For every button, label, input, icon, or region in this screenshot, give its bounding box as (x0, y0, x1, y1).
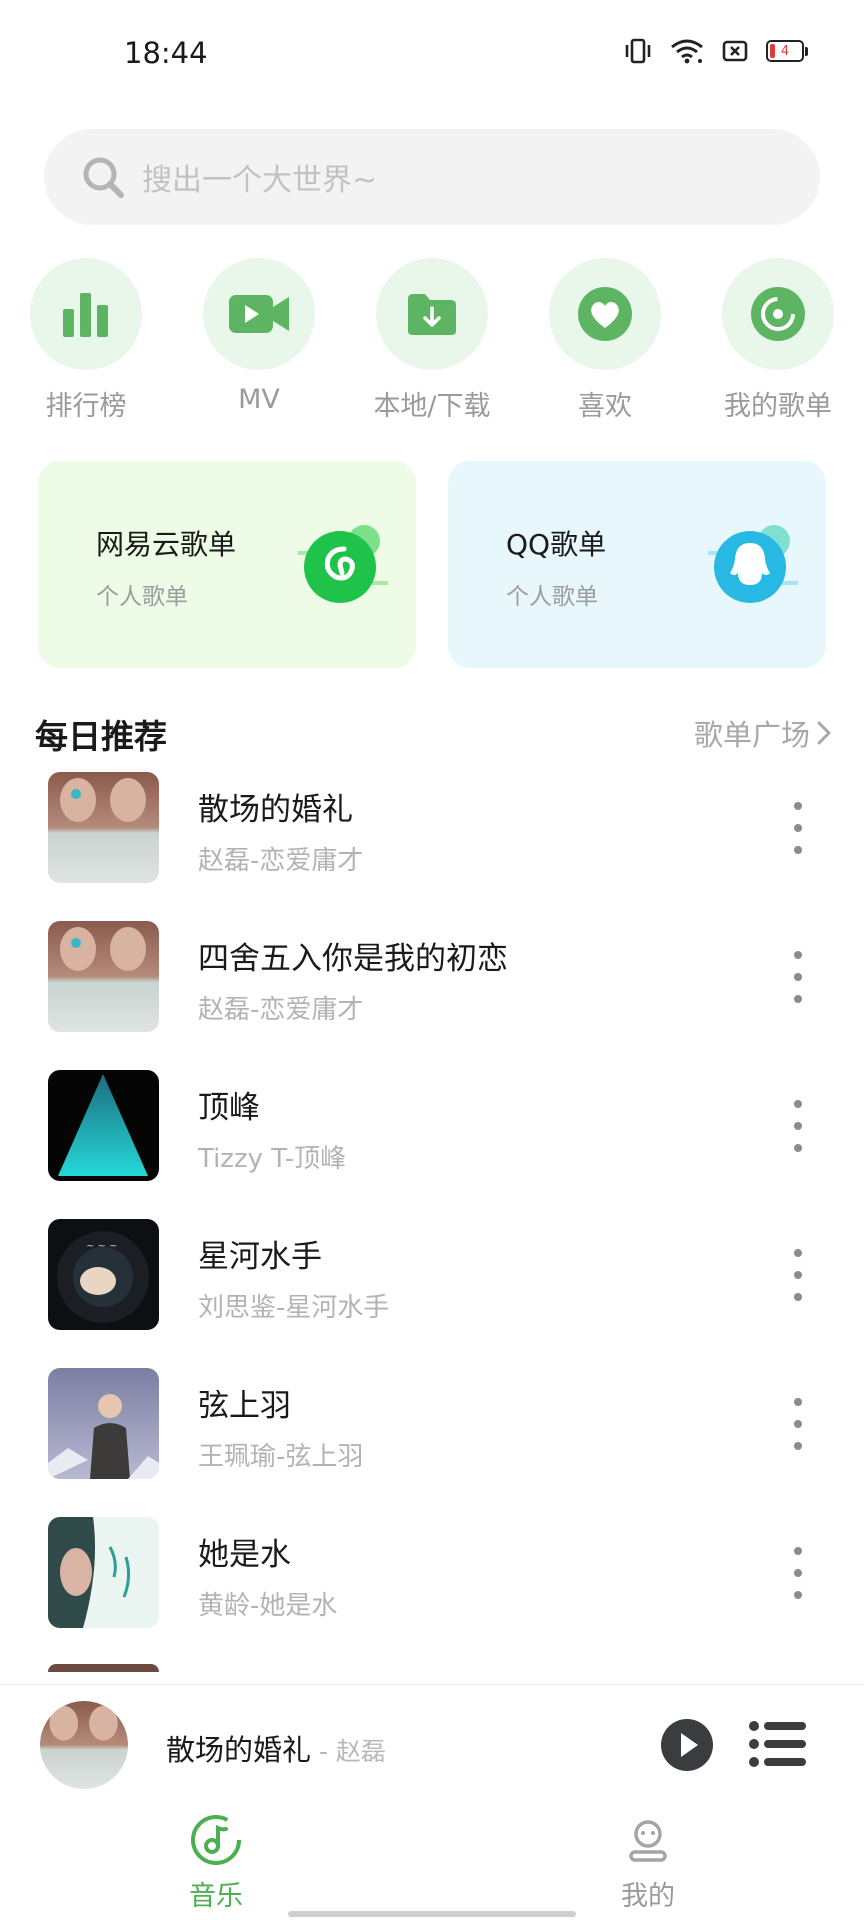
video-icon (229, 295, 289, 333)
album-cover: ~ ~ ~ (48, 1219, 159, 1330)
play-button[interactable] (660, 1718, 714, 1772)
chevron-right-icon (817, 721, 831, 745)
song-row[interactable]: ~ ~ ~ 星河水手 刘思鉴-星河水手 (0, 1219, 864, 1331)
card-subtitle: 个人歌单 (506, 584, 598, 610)
song-row[interactable]: 她是水 黄龄-她是水 (0, 1517, 864, 1629)
more-options-icon[interactable] (782, 951, 814, 1003)
mini-player[interactable]: 散场的婚礼 - 赵磊 (0, 1684, 864, 1804)
album-cover (48, 1368, 159, 1479)
playlist-square-label: 歌单广场 (693, 718, 810, 752)
tab-label: 我的 (621, 1881, 675, 1912)
song-artist-album: 王珮瑜-弦上羽 (198, 1442, 364, 1472)
more-options-icon[interactable] (782, 802, 814, 854)
battery-level: 4 (780, 43, 790, 59)
song-title: 顶峰 (198, 1090, 260, 1126)
song-title: 星河水手 (198, 1239, 322, 1275)
album-cover (48, 1517, 159, 1628)
song-title: 四舍五入你是我的初恋 (198, 941, 508, 977)
no-sim-icon (722, 40, 748, 62)
song-title: 散场的婚礼 (198, 792, 353, 828)
tab-music[interactable]: 音乐 (136, 1814, 296, 1913)
quick-nav-rankings[interactable]: 排行榜 (11, 258, 161, 423)
home-indicator (288, 1911, 576, 1917)
quick-nav-label: 我的歌单 (724, 391, 832, 422)
more-options-icon[interactable] (782, 1547, 814, 1599)
search-input[interactable]: 搜出一个大世界~ (44, 129, 820, 225)
now-playing-cover (40, 1701, 128, 1789)
card-title: QQ歌单 (506, 528, 607, 561)
song-title: 弦上羽 (198, 1388, 291, 1424)
netease-logo-icon (298, 525, 388, 603)
status-bar: 18:44 4 (0, 0, 864, 110)
card-title: 网易云歌单 (96, 528, 237, 561)
card-subtitle: 个人歌单 (96, 584, 188, 610)
status-icons: 4 (624, 38, 808, 64)
song-artist-album: Tizzy T-顶峰 (198, 1144, 347, 1174)
song-artist-album: 赵磊-恋爱庸才 (198, 995, 364, 1025)
now-playing-song: 散场的婚礼 (166, 1733, 312, 1767)
tab-me[interactable]: 我的 (568, 1814, 728, 1913)
status-time: 18:44 (124, 36, 208, 70)
tab-label: 音乐 (189, 1881, 243, 1912)
svg-text:~ ~ ~: ~ ~ ~ (86, 1241, 118, 1252)
quick-nav-my-playlists[interactable]: 我的歌单 (703, 258, 853, 423)
song-artist-album: 刘思鉴-星河水手 (198, 1293, 390, 1323)
battery-icon: 4 (766, 40, 808, 62)
download-folder-icon (408, 294, 456, 335)
quick-nav-local-download[interactable]: 本地/下载 (357, 258, 507, 423)
quick-nav-mv[interactable]: MV (184, 258, 334, 415)
chart-icon (63, 293, 108, 337)
quick-nav: 排行榜 MV 本地/下载 喜欢 我的歌单 (0, 258, 864, 422)
song-title: 她是水 (198, 1537, 291, 1573)
quick-nav-label: MV (238, 384, 280, 415)
song-row[interactable]: 顶峰 Tizzy T-顶峰 (0, 1070, 864, 1182)
heart-icon (578, 287, 632, 341)
profile-icon (629, 1820, 667, 1862)
song-artist-album: 黄龄-她是水 (198, 1591, 338, 1621)
album-cover (48, 772, 159, 883)
quick-nav-label: 本地/下载 (373, 391, 491, 422)
album-cover (48, 1070, 159, 1181)
more-options-icon[interactable] (782, 1249, 814, 1301)
search-placeholder: 搜出一个大世界~ (142, 163, 378, 198)
netease-playlist-card[interactable]: 网易云歌单 个人歌单 (38, 461, 416, 668)
song-row[interactable]: 弦上羽 王珮瑜-弦上羽 (0, 1368, 864, 1480)
song-row[interactable]: 散场的婚礼 赵磊-恋爱庸才 (0, 772, 864, 884)
now-playing-title: 散场的婚礼 - 赵磊 (166, 1727, 386, 1769)
qq-playlist-card[interactable]: QQ歌单 个人歌单 (448, 461, 826, 668)
qq-logo-icon (708, 525, 798, 603)
album-cover-partial (48, 1664, 159, 1672)
song-row[interactable]: 四舍五入你是我的初恋 赵磊-恋爱庸才 (0, 921, 864, 1033)
playlist-square-link[interactable]: 歌单广场 (694, 712, 832, 754)
more-options-icon[interactable] (782, 1398, 814, 1450)
quick-nav-favorites[interactable]: 喜欢 (530, 258, 680, 423)
bottom-tab-bar: 音乐 我的 (0, 1804, 864, 1920)
playlist-queue-button[interactable] (748, 1719, 808, 1769)
now-playing-artist: - 赵磊 (311, 1737, 386, 1766)
daily-section-title: 每日推荐 (35, 717, 167, 756)
quick-nav-label: 喜欢 (578, 391, 632, 422)
more-options-icon[interactable] (782, 1100, 814, 1152)
music-note-icon (191, 1815, 241, 1865)
playlist-disc-icon (751, 287, 805, 341)
quick-nav-label: 排行榜 (45, 391, 127, 422)
album-cover (48, 921, 159, 1032)
search-icon (83, 157, 124, 198)
wifi-icon (671, 39, 703, 64)
vibrate-icon (625, 38, 651, 64)
song-artist-album: 赵磊-恋爱庸才 (198, 846, 364, 876)
